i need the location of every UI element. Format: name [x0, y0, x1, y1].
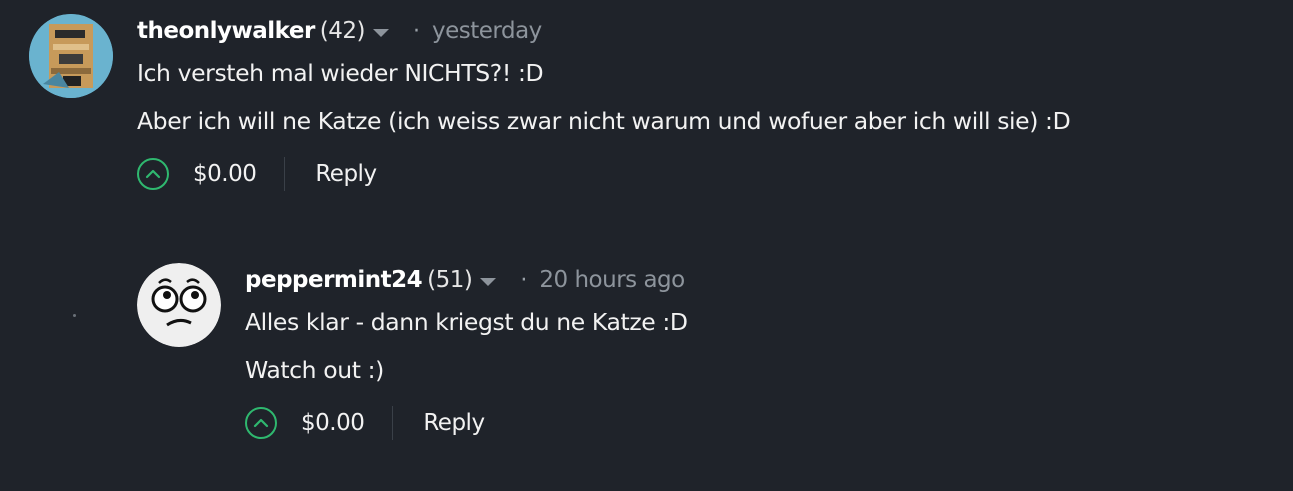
comment-body: Alles klar - dann kriegst du ne Katze :D… [245, 298, 688, 394]
comment-timestamp[interactable]: 20 hours ago [539, 267, 685, 293]
payout-value[interactable]: $0.00 [193, 161, 257, 187]
reply-button[interactable]: Reply [423, 410, 485, 436]
comment-author[interactable]: theonlywalker [137, 18, 315, 44]
comment-text-line: Ich versteh mal wieder NICHTS?! :D [137, 59, 544, 87]
chevron-up-circle-icon [253, 418, 269, 428]
chevron-up-circle-icon [145, 169, 161, 179]
author-reputation: (42) [319, 18, 366, 44]
avatar[interactable] [29, 14, 113, 98]
footer-divider [392, 406, 394, 440]
separator-dot: · [413, 18, 421, 44]
comment-item: theonlywalker (42) · yesterday Ich verst… [0, 0, 1293, 230]
avatar[interactable] [137, 263, 221, 347]
comment-text-line: Watch out :) [245, 356, 384, 384]
comment-text-line: Alles klar - dann kriegst du ne Katze :D [245, 308, 688, 336]
upvote-button[interactable] [245, 407, 277, 439]
comment-body: Ich versteh mal wieder NICHTS?! :D Aber … [137, 49, 1071, 145]
reply-comment-item: peppermint24 (51) · 20 hours ago Alles k… [0, 250, 1293, 491]
caret-down-icon[interactable] [373, 28, 390, 37]
upvote-button[interactable] [137, 158, 169, 190]
reply-button[interactable]: Reply [315, 161, 377, 187]
footer-divider [284, 157, 286, 191]
comment-timestamp[interactable]: yesterday [432, 18, 542, 44]
caret-down-icon[interactable] [480, 277, 497, 286]
separator-dot: · [520, 267, 528, 293]
comment-author[interactable]: peppermint24 [245, 267, 423, 293]
author-reputation: (51) [427, 267, 473, 293]
comment-text-line: Aber ich will ne Katze (ich weiss zwar n… [137, 107, 1071, 135]
payout-value[interactable]: $0.00 [301, 410, 365, 436]
